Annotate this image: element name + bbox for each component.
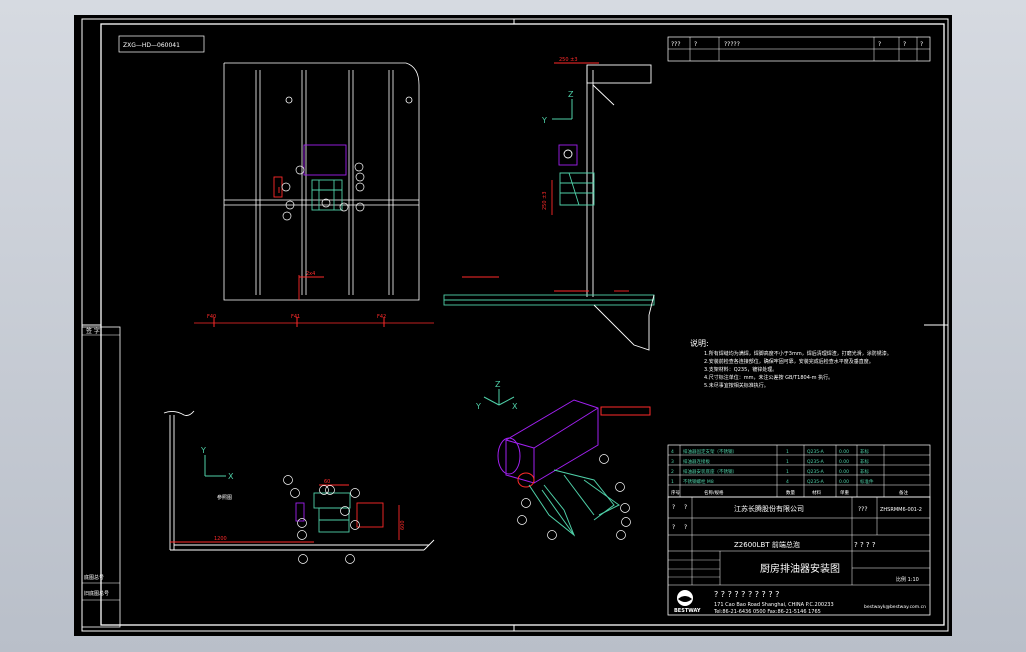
svg-text:600: 600 bbox=[400, 520, 406, 530]
svg-text:2x4: 2x4 bbox=[306, 271, 315, 277]
svg-text:1: 1 bbox=[786, 459, 789, 465]
svg-text:Q235-A: Q235-A bbox=[807, 479, 825, 485]
outer-frame bbox=[81, 18, 949, 632]
svg-text:1200: 1200 bbox=[214, 536, 227, 542]
svg-text:排油器安装底座（不锈钢）: 排油器安装底座（不锈钢） bbox=[683, 468, 737, 475]
svg-text:4: 4 bbox=[671, 449, 674, 455]
title-block: ? ? ? ? 江苏长腾股份有限公司 ??? ZHSRMM6-001-2 Z26… bbox=[667, 496, 931, 616]
svg-text:F40: F40 bbox=[207, 314, 216, 320]
svg-text:1: 1 bbox=[671, 479, 674, 485]
notes-block: 说明: 1.所有焊缝均为满焊，焊脚高度不小于3mm，焊后清理焊渣，打磨光滑，涂防… bbox=[690, 338, 892, 389]
left-strip-label-2: 底图总号 bbox=[84, 574, 104, 581]
email: bestwayk@bestway.com.cn bbox=[864, 604, 926, 610]
drawing-canvas: 签 字 底图总号 旧底图总号 ZXG—HD—060041 ??? ? ?????… bbox=[81, 18, 949, 632]
svg-text:排油器固定支架（不锈钢）: 排油器固定支架（不锈钢） bbox=[683, 448, 737, 455]
project-name: Z2600LBT 前端总泡 bbox=[734, 540, 800, 549]
plan-view-callouts bbox=[281, 162, 365, 221]
svg-text:Y: Y bbox=[200, 446, 206, 455]
svg-text:?: ? bbox=[920, 41, 923, 48]
iso-view bbox=[497, 399, 651, 537]
svg-text:?????: ????? bbox=[724, 41, 740, 48]
side-label: 参照图 bbox=[217, 494, 232, 501]
svg-text:备注: 备注 bbox=[899, 489, 908, 496]
axis-z-label: Z bbox=[568, 90, 574, 99]
svg-text:非标: 非标 bbox=[860, 468, 869, 475]
svg-text:4: 4 bbox=[786, 479, 789, 485]
svg-text:非标: 非标 bbox=[860, 458, 869, 465]
code-label: ??? bbox=[858, 506, 868, 513]
address-line-1: 171 Cao Bao Road Shanghai, CHINA P.C.200… bbox=[714, 602, 834, 608]
note-line-3: 3.支架材料：Q235，镀锌处理。 bbox=[704, 366, 777, 373]
svg-text:?: ? bbox=[903, 41, 906, 48]
svg-text:F41: F41 bbox=[291, 314, 300, 320]
side-elevation: 250 ±3 250 ±3 bbox=[443, 57, 655, 351]
svg-text:1: 1 bbox=[786, 449, 789, 455]
svg-text:Z: Z bbox=[495, 380, 501, 389]
svg-text:? ? ? ?: ? ? ? ? bbox=[854, 541, 876, 549]
address-line-2: Tel:86-21-6436 0500 Fax:86-21-5146 1765 bbox=[713, 609, 821, 615]
svg-text:名称/规格: 名称/规格 bbox=[704, 489, 724, 496]
note-line-4: 4.尺寸标注单位：mm，未注公差按 GB/T1804-m 执行。 bbox=[704, 374, 833, 381]
svg-text:?: ? bbox=[684, 504, 687, 511]
svg-text:1: 1 bbox=[786, 469, 789, 475]
svg-text:F42: F42 bbox=[377, 314, 386, 320]
svg-text:?: ? bbox=[694, 41, 697, 48]
svg-text:Q235-A: Q235-A bbox=[807, 449, 825, 455]
parts-list: 4 排油器固定支架（不锈钢） 1 Q235-A 0.00 非标 3 排油器连接板… bbox=[667, 444, 931, 498]
svg-text:?: ? bbox=[684, 524, 687, 531]
svg-text:60: 60 bbox=[324, 479, 330, 485]
svg-text:250 ±3: 250 ±3 bbox=[559, 57, 578, 63]
svg-text:X: X bbox=[512, 402, 518, 411]
svg-text:排油器连接板: 排油器连接板 bbox=[683, 458, 710, 465]
note-line-1: 1.所有焊缝均为满焊，焊脚高度不小于3mm，焊后清理焊渣，打磨光滑，涂防锈漆。 bbox=[704, 350, 892, 357]
svg-text:序号: 序号 bbox=[671, 489, 680, 496]
svg-text:0.00: 0.00 bbox=[839, 469, 849, 475]
svg-text:非标: 非标 bbox=[860, 448, 869, 455]
top-title-row: ??? ? ????? ? ? ? bbox=[667, 36, 931, 62]
plan-view-part: 2x4 bbox=[273, 144, 347, 300]
svg-text:?: ? bbox=[672, 524, 675, 531]
axis-triad-iso: Y Z X bbox=[475, 380, 518, 411]
svg-text:Q235-A: Q235-A bbox=[807, 469, 825, 475]
svg-text:材料: 材料 bbox=[812, 489, 821, 496]
drawing-sheet: 签 字 底图总号 旧底图总号 ZXG—HD—060041 ??? ? ?????… bbox=[74, 15, 952, 636]
note-line-2: 2.安装前检查各连接部位，确保牢固可靠，安装完成后检查水平度及垂直度。 bbox=[704, 358, 874, 365]
bestway-logo: BESTWAY bbox=[674, 590, 701, 614]
code-value: ZHSRMM6-001-2 bbox=[880, 507, 922, 513]
svg-text:BESTWAY: BESTWAY bbox=[674, 608, 701, 614]
axis-triad-side: Y Z bbox=[541, 90, 574, 125]
scale-label: 比例 1:10 bbox=[896, 576, 919, 583]
svg-text:单重: 单重 bbox=[840, 489, 849, 496]
svg-text:Q235-A: Q235-A bbox=[807, 459, 825, 465]
svg-text:???: ??? bbox=[671, 41, 681, 48]
view-label: ZXG—HD—060041 bbox=[123, 42, 180, 49]
plan-view-top bbox=[223, 62, 420, 301]
svg-text:2: 2 bbox=[671, 469, 674, 475]
svg-text:0.00: 0.00 bbox=[839, 449, 849, 455]
note-line-5: 5.未尽事宜按相关标准执行。 bbox=[704, 382, 769, 389]
svg-text:标准件: 标准件 bbox=[860, 478, 874, 485]
company-name: 江苏长腾股份有限公司 bbox=[734, 504, 804, 513]
svg-text:?: ? bbox=[672, 504, 675, 511]
svg-text:X: X bbox=[228, 472, 234, 481]
svg-text:Y: Y bbox=[475, 402, 481, 411]
axis-triad-section: Y X bbox=[200, 446, 234, 481]
svg-text:250 ±3: 250 ±3 bbox=[542, 191, 548, 210]
svg-text:数量: 数量 bbox=[786, 489, 795, 496]
left-strip-label-1: 签 字 bbox=[86, 327, 100, 335]
drawing-title: 厨房排油器安装图 bbox=[760, 562, 840, 575]
plan-grid-dims: F40 F41 F42 bbox=[194, 314, 434, 327]
left-strip-label-3: 旧底图总号 bbox=[84, 590, 109, 597]
svg-text:?: ? bbox=[878, 41, 881, 48]
svg-text:0.00: 0.00 bbox=[839, 459, 849, 465]
axis-y-label: Y bbox=[541, 116, 547, 125]
svg-text:3: 3 bbox=[671, 459, 674, 465]
title-qmarks: ? ? ? ? ? ? ? ? ? ? bbox=[714, 590, 779, 599]
svg-text:0.00: 0.00 bbox=[839, 479, 849, 485]
notes-heading: 说明: bbox=[690, 338, 709, 348]
svg-text:不锈钢螺栓 M8: 不锈钢螺栓 M8 bbox=[683, 478, 714, 485]
section-view: 1200 60 600 参照图 bbox=[163, 410, 435, 551]
